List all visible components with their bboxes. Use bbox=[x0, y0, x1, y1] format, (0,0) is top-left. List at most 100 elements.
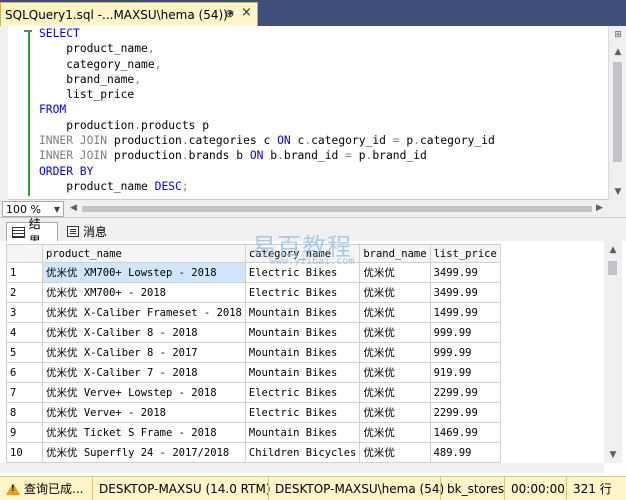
scroll-left-icon[interactable]: ◀ bbox=[70, 203, 77, 213]
editor-horizontal-scroll-thumb[interactable] bbox=[82, 206, 592, 212]
scroll-up-icon[interactable]: ▲ bbox=[604, 241, 622, 258]
cell-product-name[interactable]: 优米优 Verve+ - 2018 bbox=[42, 402, 246, 423]
table-row[interactable]: 1 优米优 XM700+ Lowstep - 2018 Electric Bikes… bbox=[6, 262, 501, 283]
column-header-list-price[interactable]: list_price bbox=[429, 244, 501, 263]
cell-brand-name[interactable]: 优米优 bbox=[359, 302, 431, 323]
code-line[interactable]: FROM bbox=[39, 102, 495, 117]
code-line[interactable]: brand_name, bbox=[39, 72, 495, 87]
grid-scroll-thumb[interactable] bbox=[608, 261, 617, 275]
cell-category-name[interactable]: Mountain Bikes bbox=[244, 342, 361, 363]
code-line[interactable]: list_price bbox=[39, 87, 495, 102]
cell-list-price[interactable]: 3499.99 bbox=[429, 282, 501, 303]
close-icon[interactable]: × bbox=[241, 5, 252, 20]
cell-product-name[interactable]: 优米优 X-Caliber 7 - 2018 bbox=[42, 362, 246, 383]
row-number[interactable]: 7 bbox=[6, 382, 43, 403]
cell-category-name[interactable]: Electric Bikes bbox=[244, 282, 361, 303]
cell-brand-name[interactable]: 优米优 bbox=[359, 402, 431, 423]
cell-category-name[interactable]: Electric Bikes bbox=[244, 382, 361, 403]
cell-category-name[interactable]: Mountain Bikes bbox=[244, 302, 361, 323]
cell-category-name[interactable]: Children Bicycles bbox=[244, 442, 361, 463]
cell-list-price[interactable]: 999.99 bbox=[429, 322, 501, 343]
cell-product-name[interactable]: 优米优 XM700+ - 2018 bbox=[42, 282, 246, 303]
scroll-down-icon[interactable]: ▼ bbox=[604, 446, 622, 463]
query-tab[interactable]: SQLQuery1.sql -...MAXSU\hema (54))* ⊕ × bbox=[0, 2, 258, 26]
editor-scroll-thumb[interactable] bbox=[613, 62, 622, 162]
grid-horizontal-scrollbar[interactable] bbox=[0, 463, 604, 473]
table-row[interactable]: 3 优米优 X-Caliber Frameset - 2018 Mountain B… bbox=[6, 302, 501, 323]
table-row[interactable]: 4 优米优 X-Caliber 8 - 2018 Mountain Bikes 优米优… bbox=[6, 322, 501, 343]
split-icon[interactable]: ⊞ bbox=[609, 26, 626, 43]
results-grid-area: product_name category_name brand_name li… bbox=[0, 233, 626, 476]
row-number[interactable]: 5 bbox=[6, 342, 43, 363]
code-token: category_id bbox=[311, 134, 393, 148]
row-number[interactable]: 3 bbox=[6, 302, 43, 323]
editor-vertical-scrollbar[interactable]: ⊞ ▲ ▼ bbox=[608, 26, 626, 200]
cell-list-price[interactable]: 2299.99 bbox=[429, 382, 501, 403]
code-line[interactable]: category_name, bbox=[39, 57, 495, 72]
cell-category-name[interactable]: Mountain Bikes bbox=[244, 362, 361, 383]
cell-list-price[interactable]: 1499.99 bbox=[429, 302, 501, 323]
row-number[interactable]: 4 bbox=[6, 322, 43, 343]
code-token: brand_id bbox=[283, 149, 346, 163]
cell-brand-name[interactable]: 优米优 bbox=[359, 282, 431, 303]
row-number[interactable]: 6 bbox=[6, 362, 43, 383]
row-number[interactable]: 10 bbox=[6, 442, 43, 463]
cell-list-price[interactable]: 999.99 bbox=[429, 342, 501, 363]
table-row[interactable]: 5 优米优 X-Caliber 8 - 2017 Mountain Bikes 优米优… bbox=[6, 342, 501, 363]
cell-category-name[interactable]: Electric Bikes bbox=[244, 402, 361, 423]
code-line[interactable]: production.products p bbox=[39, 118, 495, 133]
grid-vertical-scrollbar[interactable]: ▲ ▼ bbox=[604, 241, 622, 463]
row-number[interactable]: 8 bbox=[6, 402, 43, 423]
cell-product-name[interactable]: 优米优 X-Caliber 8 - 2017 bbox=[42, 342, 246, 363]
cell-brand-name[interactable]: 优米优 bbox=[359, 362, 431, 383]
cell-list-price[interactable]: 2299.99 bbox=[429, 402, 501, 423]
scroll-down-icon[interactable]: ▼ bbox=[609, 183, 626, 200]
code-line[interactable]: ORDER BY bbox=[39, 164, 495, 179]
tab-messages[interactable]: 消息 bbox=[62, 222, 116, 241]
sql-code[interactable]: SELECT product_name, category_name, bran… bbox=[39, 26, 495, 194]
code-line[interactable]: product_name, bbox=[39, 41, 495, 56]
table-row[interactable]: 6 优米优 X-Caliber 7 - 2018 Mountain Bikes 优米优… bbox=[6, 362, 501, 383]
cell-product-name[interactable]: 优米优 Ticket S Frame - 2018 bbox=[42, 422, 246, 443]
table-row[interactable]: 10 优米优 Superfly 24 - 2017/2018 Children Bi… bbox=[6, 442, 501, 463]
cell-list-price[interactable]: 3499.99 bbox=[429, 262, 501, 283]
row-number[interactable]: 2 bbox=[6, 282, 43, 303]
pin-icon[interactable]: ⊕ bbox=[225, 7, 234, 20]
cell-category-name[interactable]: Mountain Bikes bbox=[244, 422, 361, 443]
table-row[interactable]: 2 优米优 XM700+ - 2018 Electric Bikes 优米优 3499.… bbox=[6, 282, 501, 303]
cell-brand-name[interactable]: 优米优 bbox=[359, 262, 431, 283]
code-line[interactable]: INNER JOIN production.categories c ON c.… bbox=[39, 133, 495, 148]
cell-brand-name[interactable]: 优米优 bbox=[359, 382, 431, 403]
table-row[interactable]: 7 优米优 Verve+ Lowstep - 2018 Electric Bikes… bbox=[6, 382, 501, 403]
results-grid: product_name category_name brand_name li… bbox=[6, 244, 501, 463]
cell-list-price[interactable]: 1469.99 bbox=[429, 422, 501, 443]
scroll-up-icon[interactable]: ▲ bbox=[609, 43, 626, 60]
sql-editor[interactable]: SELECT product_name, category_name, bran… bbox=[0, 26, 626, 200]
code-line[interactable]: product_name DESC; bbox=[39, 179, 495, 194]
column-header-brand-name[interactable]: brand_name bbox=[359, 244, 431, 263]
scroll-right-icon[interactable]: ▶ bbox=[596, 203, 603, 213]
code-line[interactable]: SELECT bbox=[39, 26, 495, 41]
row-number-header[interactable] bbox=[6, 244, 43, 263]
code-token: . bbox=[413, 134, 420, 148]
cell-list-price[interactable]: 919.99 bbox=[429, 362, 501, 383]
tab-results[interactable]: 结果 bbox=[6, 217, 58, 248]
cell-product-name[interactable]: 优米优 XM700+ Lowstep - 2018 bbox=[42, 262, 246, 283]
code-line[interactable]: INNER JOIN production.brands b ON b.bran… bbox=[39, 148, 495, 163]
cell-product-name[interactable]: 优米优 Verve+ Lowstep - 2018 bbox=[42, 382, 246, 403]
column-header-product-name[interactable]: product_name bbox=[42, 244, 246, 263]
cell-brand-name[interactable]: 优米优 bbox=[359, 322, 431, 343]
cell-list-price[interactable]: 489.99 bbox=[429, 442, 501, 463]
cell-brand-name[interactable]: 优米优 bbox=[359, 442, 431, 463]
cell-product-name[interactable]: 优米优 Superfly 24 - 2017/2018 bbox=[42, 442, 246, 463]
cell-brand-name[interactable]: 优米优 bbox=[359, 422, 431, 443]
cell-brand-name[interactable]: 优米优 bbox=[359, 342, 431, 363]
row-number[interactable]: 1 bbox=[6, 262, 43, 283]
cell-category-name[interactable]: Mountain Bikes bbox=[244, 322, 361, 343]
cell-product-name[interactable]: 优米优 X-Caliber Frameset - 2018 bbox=[42, 302, 246, 323]
cell-product-name[interactable]: 优米优 X-Caliber 8 - 2018 bbox=[42, 322, 246, 343]
table-row[interactable]: 8 优米优 Verve+ - 2018 Electric Bikes 优米优 2299.… bbox=[6, 402, 501, 423]
table-row[interactable]: 9 优米优 Ticket S Frame - 2018 Mountain Bikes… bbox=[6, 422, 501, 443]
row-number[interactable]: 9 bbox=[6, 422, 43, 443]
